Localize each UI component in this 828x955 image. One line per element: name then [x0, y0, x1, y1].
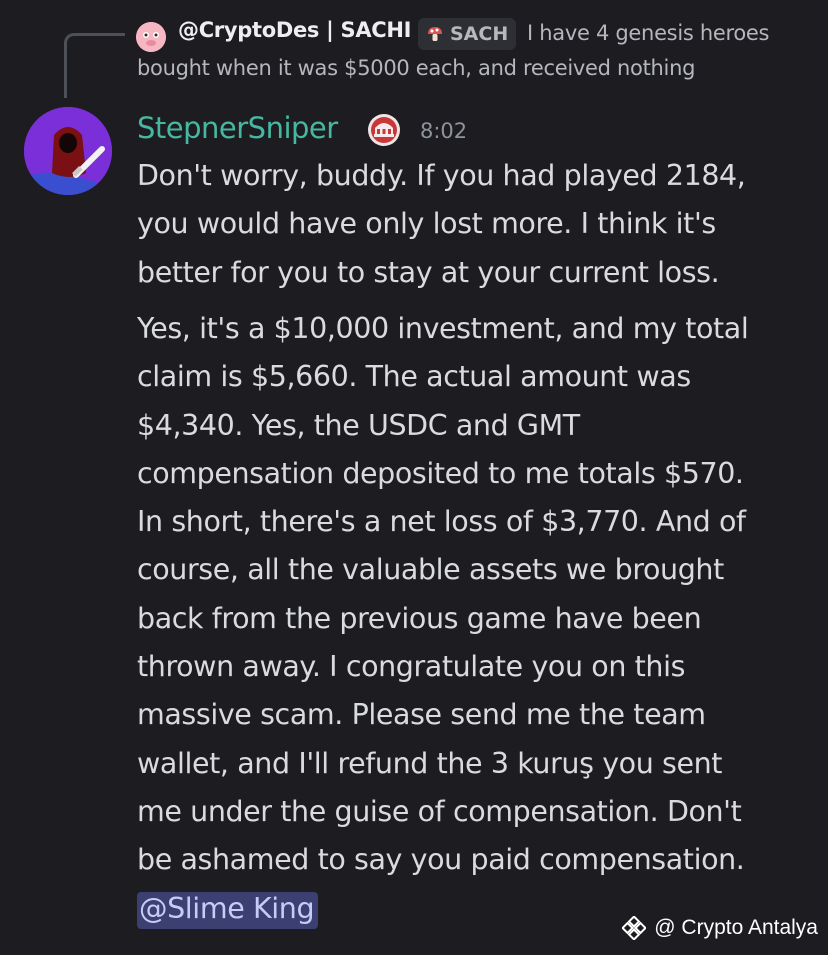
message-line: you would have only lost more. I think i…: [137, 207, 716, 241]
mushroom-icon: [428, 27, 442, 41]
message-timestamp[interactable]: 8:02: [420, 119, 467, 143]
message-line: better for you to stay at your current l…: [137, 255, 720, 289]
message-line: thrown away. I congratulate you on this: [137, 650, 686, 684]
message-line: In short, there's a net loss of $3,770. …: [137, 505, 746, 539]
reply-preview-text-continued[interactable]: bought when it was $5000 each, and recei…: [137, 56, 695, 80]
binance-diamond-icon: [622, 916, 647, 940]
role-badge-icon[interactable]: [366, 112, 402, 148]
server-tag-badge[interactable]: SACH: [418, 18, 517, 50]
message-line: $4,340. Yes, the USDC and GMT: [137, 408, 580, 442]
message-line: Yes, it's a $10,000 investment, and my t…: [137, 312, 749, 345]
message-paragraph-1: Don't worry, buddy. If you had played 21…: [137, 152, 817, 297]
message-line: course, all the valuable assets we broug…: [137, 553, 724, 587]
reply-connector-line: [64, 33, 125, 98]
watermark-text: @ Crypto Antalya: [654, 916, 818, 939]
message-line: wallet, and I'll refund the 3 kuruş you …: [137, 746, 723, 780]
message-paragraph-2: Yes, it's a $10,000 investment, and my t…: [137, 305, 817, 933]
message-line: compensation deposited to me totals $570…: [137, 456, 744, 490]
user-avatar[interactable]: [24, 107, 112, 195]
message-line: Don't worry, buddy. If you had played 21…: [137, 159, 746, 192]
server-tag-label: SACH: [450, 23, 509, 45]
message-line: claim is $5,660. The actual amount was: [137, 360, 691, 394]
message-author-name[interactable]: StepnerSniper: [137, 111, 338, 145]
message-line: me under the guise of compensation. Don'…: [137, 794, 742, 828]
message-line: massive scam. Please send me the team: [137, 698, 706, 732]
message-line: back from the previous game have been: [137, 601, 702, 635]
reply-author-avatar[interactable]: [136, 22, 166, 52]
user-mention[interactable]: @Slime King: [137, 891, 319, 929]
reply-author-name[interactable]: @CryptoDes | SACHI: [178, 18, 412, 42]
message-line: be ashamed to say you paid compensation.: [137, 843, 745, 877]
watermark: @ Crypto Antalya: [622, 916, 818, 940]
reply-preview-text[interactable]: I have 4 genesis heroes: [527, 21, 770, 45]
